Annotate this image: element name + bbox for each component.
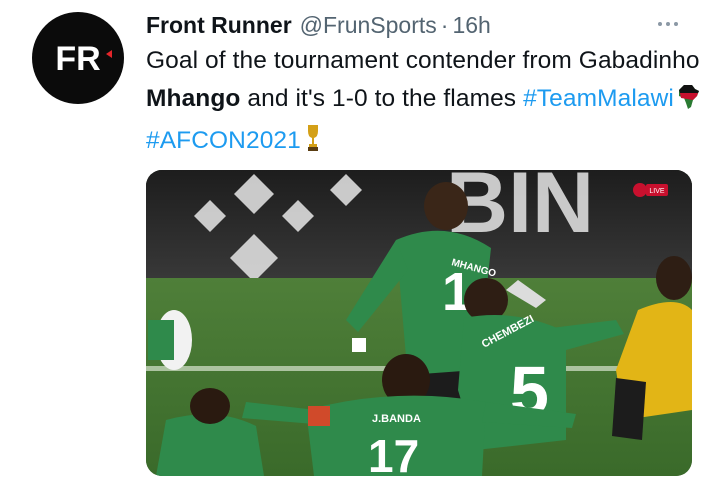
tweet-text-after: and it's 1-0 to the flames — [240, 85, 524, 112]
tweet-header: Front Runner @FrunSports · 16h — [146, 8, 491, 42]
jersey-number: 17 — [368, 430, 419, 476]
hashtag-team-malawi[interactable]: #TeamMalawi — [523, 85, 674, 112]
tweet-card[interactable]: FR Front Runner @FrunSports · 16h Goal o… — [0, 0, 720, 481]
more-options-button[interactable] — [650, 12, 686, 36]
broadcast-badge: LIVE — [649, 188, 665, 195]
more-dot — [666, 22, 670, 26]
more-horizontal-icon — [658, 22, 662, 26]
tweet-text-before: Goal of the tournament contender from Ga… — [146, 47, 700, 74]
jersey-name: J.BANDA — [372, 413, 421, 425]
separator-dot: · — [440, 11, 449, 38]
trophy-emoji-icon — [305, 124, 321, 164]
avatar-logo-text: FR — [55, 40, 100, 78]
author-name[interactable]: Front Runner — [146, 12, 292, 39]
tweet-timestamp[interactable]: 16h — [452, 12, 490, 39]
tweet-text: Goal of the tournament contender from Ga… — [146, 42, 706, 164]
front-runner-logo-icon: FR — [55, 40, 112, 78]
more-dot — [674, 22, 678, 26]
hashtag-afcon2021[interactable]: #AFCON2021 — [146, 127, 301, 154]
author-handle[interactable]: @FrunSports — [300, 12, 437, 39]
celebration-photo: BIN LIVE 1 MHANGO 5 CHEMBEZI 17 J.BANDA — [146, 170, 692, 476]
tweet-media-image[interactable]: BIN LIVE 1 MHANGO 5 CHEMBEZI 17 J.BANDA — [146, 170, 692, 476]
africa-flag-emoji-icon — [678, 84, 700, 122]
tweet-bold-name: Mhango — [146, 85, 241, 112]
avatar[interactable]: FR — [32, 12, 124, 104]
